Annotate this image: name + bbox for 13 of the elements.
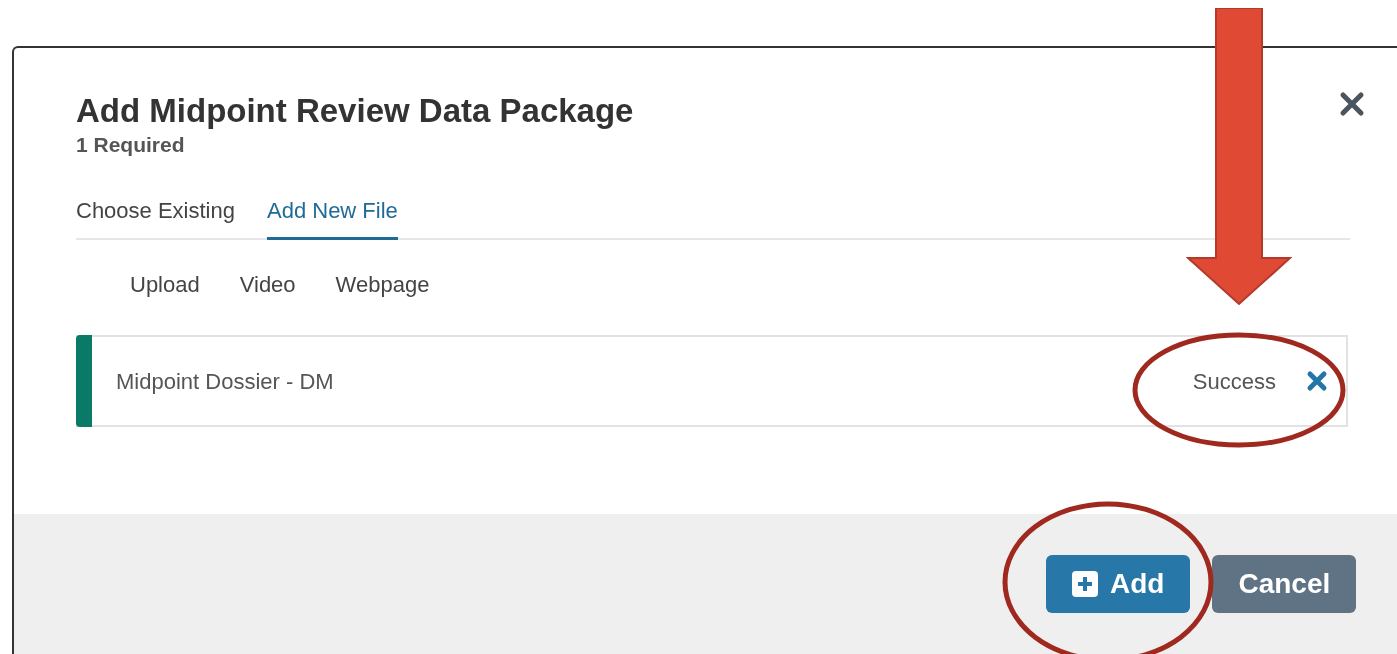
source-option[interactable]: Webpage	[335, 268, 430, 301]
tab[interactable]: Choose Existing	[76, 194, 235, 240]
plus-icon	[1072, 571, 1098, 597]
cancel-button[interactable]: Cancel	[1212, 555, 1357, 613]
tab[interactable]: Add New File	[267, 194, 398, 240]
dialog-title: Add Midpoint Review Data Package	[76, 91, 634, 131]
required-count: 1 Required	[76, 132, 185, 158]
source-option[interactable]: Video	[239, 268, 296, 301]
file-name: Midpoint Dossier - DM	[116, 367, 335, 396]
upload-status: Success	[1192, 367, 1276, 396]
add-button[interactable]: Add	[1046, 555, 1191, 613]
source-option[interactable]: Upload	[130, 268, 200, 301]
remove-icon[interactable]	[1306, 370, 1328, 392]
